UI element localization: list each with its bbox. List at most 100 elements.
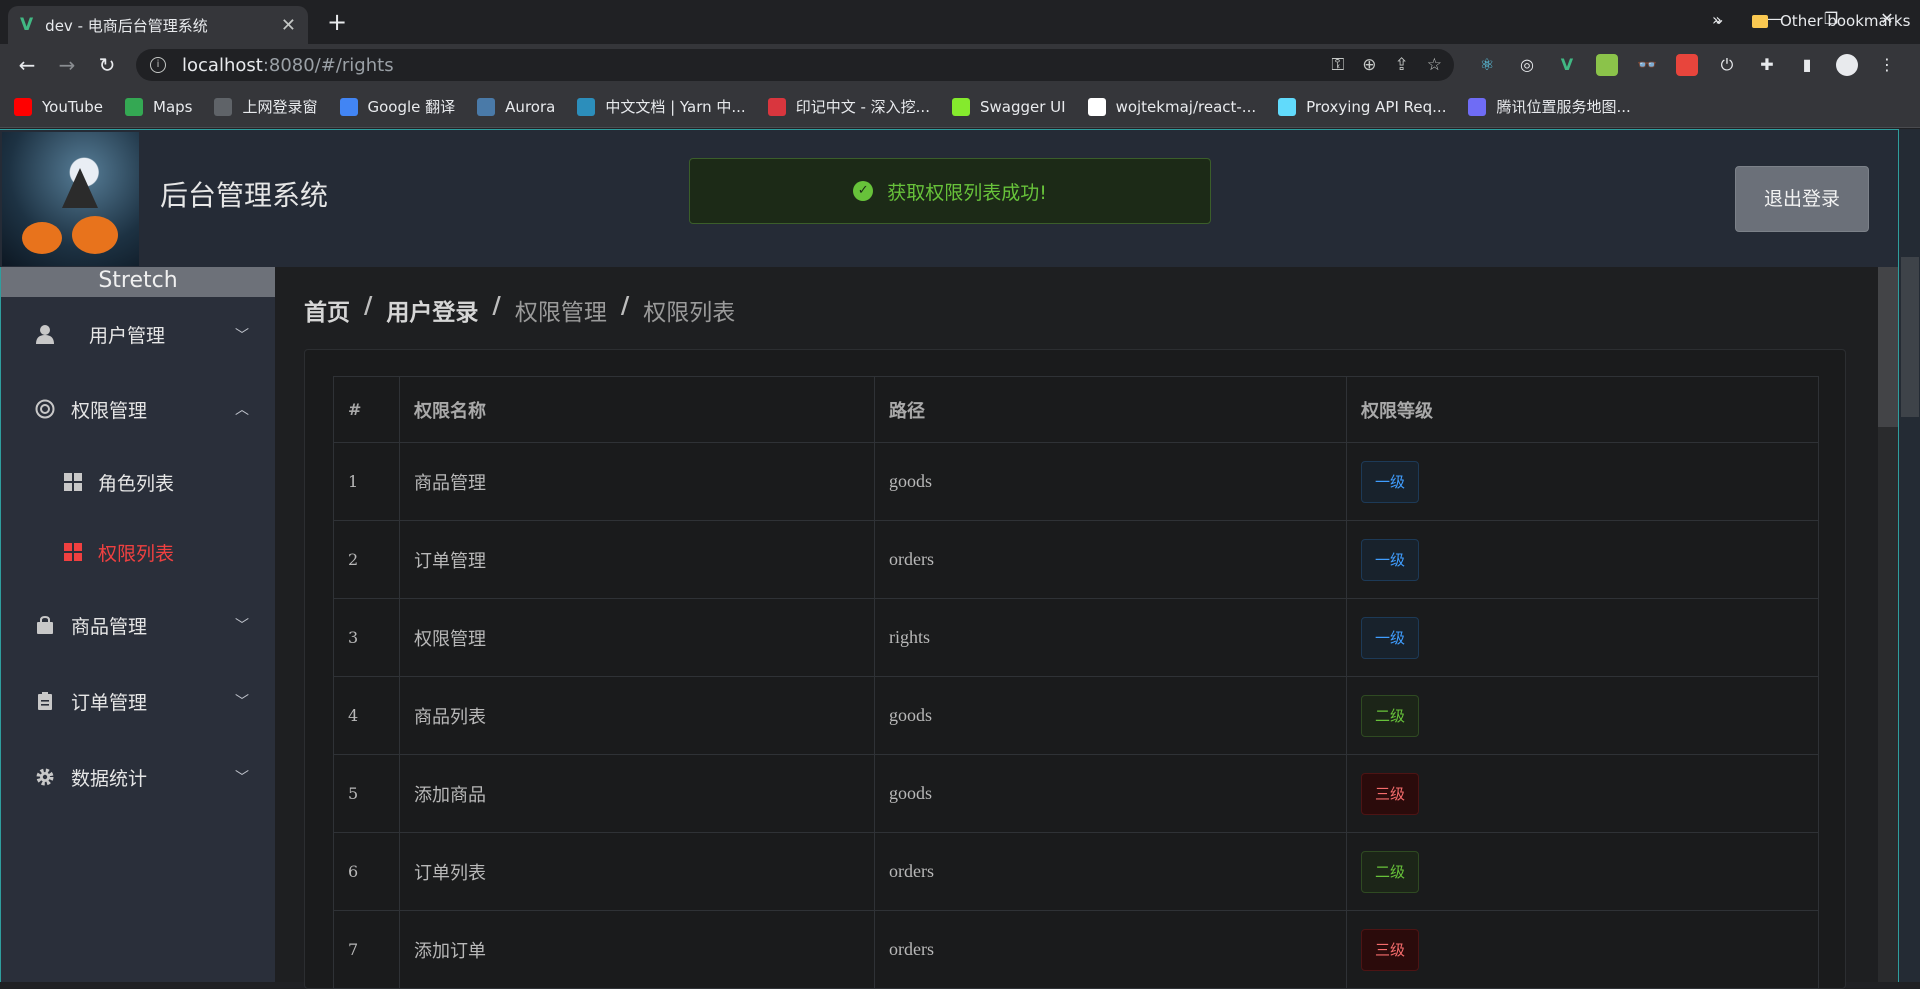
permission-icon (35, 399, 55, 419)
vue-devtools-icon[interactable]: V (1556, 54, 1578, 76)
submenu-role-list[interactable]: 角色列表 (1, 447, 275, 517)
shopping-bag-icon (35, 615, 55, 635)
menu-user-management[interactable]: 用户管理 ﹀ (1, 297, 275, 371)
cell-name: 添加商品 (399, 754, 875, 833)
cell-path: orders (874, 832, 1347, 911)
bookmark-star-icon[interactable]: ☆ (1427, 55, 1442, 75)
scrollbar-thumb[interactable] (1878, 267, 1898, 427)
breadcrumb-home[interactable]: 首页 (304, 293, 350, 327)
react-devtools-icon[interactable]: ⚛ (1476, 54, 1498, 76)
cell-path: goods (874, 754, 1347, 833)
tencent-map-icon (1468, 97, 1487, 116)
level-tag: 二级 (1361, 850, 1420, 893)
bookmark-item[interactable]: Maps (125, 97, 192, 116)
bookmarks-overflow-button[interactable]: » (1712, 10, 1722, 29)
bookmark-item[interactable]: 印记中文 - 深入挖... (767, 96, 930, 117)
bookmark-label: Aurora (505, 97, 556, 116)
browser-toolbar: ← → ↻ i localhost:8080/#/rights ⚿ ⊕ ⇪ ☆ … (0, 44, 1920, 86)
menu-permission-management[interactable]: 权限管理 ︿ (1, 371, 275, 447)
page-scrollbar[interactable] (1898, 129, 1920, 982)
youtube-icon (14, 97, 32, 116)
bookmark-item[interactable]: Aurora (477, 97, 556, 116)
app-title: 后台管理系统 (160, 179, 329, 212)
menu-label: 权限管理 (71, 399, 148, 422)
zoom-icon[interactable]: ⊕ (1362, 55, 1376, 75)
level-tag: 一级 (1361, 460, 1420, 503)
cell-level: 一级 (1346, 442, 1819, 521)
url-path: :8080/#/rights (262, 54, 394, 76)
docschina-icon (767, 97, 786, 116)
translate-icon (339, 97, 358, 116)
chevron-down-icon: ﹀ (235, 694, 249, 710)
bookmark-item[interactable]: YouTube (14, 97, 103, 116)
extensions-puzzle-icon[interactable]: ✚ (1756, 54, 1778, 76)
cell-level: 一级 (1346, 520, 1819, 599)
bookmark-item[interactable]: Google 翻译 (339, 96, 455, 117)
menu-goods-management[interactable]: 商品管理 ﹀ (1, 587, 275, 663)
site-info-icon[interactable]: i (150, 57, 166, 73)
cell-name: 商品列表 (399, 676, 875, 755)
glasses-extension-icon[interactable]: 👓 (1636, 54, 1658, 76)
breadcrumb-user-login[interactable]: 用户登录 (386, 293, 478, 327)
bookmark-item[interactable]: Proxying API Req... (1278, 97, 1447, 116)
bookmark-label: Proxying API Req... (1306, 97, 1447, 116)
breadcrumb-permission-management: 权限管理 (514, 300, 607, 326)
sidebar-stretch-toggle[interactable]: Stretch (1, 267, 275, 297)
cell-path: goods (874, 676, 1347, 755)
bookmark-label: 印记中文 - 深入挖... (795, 98, 930, 116)
side-panel-icon[interactable]: ▮ (1796, 54, 1818, 76)
bookmark-item[interactable]: 腾讯位置服务地图... (1468, 96, 1631, 117)
cell-name: 权限管理 (399, 598, 875, 677)
bookmark-item[interactable]: Swagger UI (951, 97, 1066, 116)
chevron-up-icon: ︿ (235, 402, 249, 418)
address-bar[interactable]: i localhost:8080/#/rights ⚿ ⊕ ⇪ ☆ (136, 49, 1454, 81)
browser-menu-icon[interactable]: ⋮ (1876, 54, 1898, 76)
toast-message: 获取权限列表成功! (887, 181, 1047, 204)
swagger-icon (951, 97, 970, 116)
cell-path: goods (874, 442, 1347, 521)
success-toast: ✓ 获取权限列表成功! (689, 158, 1211, 224)
breadcrumb-separator: / (620, 293, 630, 319)
table-row: 2 订单管理 orders 一级 (333, 520, 1819, 599)
level-tag: 一级 (1361, 616, 1420, 659)
cell-level: 二级 (1346, 832, 1819, 911)
notes-extension-icon[interactable] (1596, 54, 1618, 76)
cell-level: 三级 (1346, 754, 1819, 833)
share-icon[interactable]: ⇪ (1395, 55, 1409, 75)
menu-label: 商品管理 (71, 615, 148, 638)
grid-icon (64, 473, 82, 491)
profile-avatar-icon[interactable] (1836, 54, 1858, 76)
column-header-level: 权限等级 (1346, 376, 1819, 443)
cell-level: 二级 (1346, 676, 1819, 755)
halloween-logo-image (2, 132, 139, 266)
bookmark-item[interactable]: wojtekmaj/react-... (1087, 97, 1256, 116)
submenu-rights-list[interactable]: 权限列表 (1, 517, 275, 587)
tab-title: dev - 电商后台管理系统 (45, 16, 208, 35)
cell-index: 1 (333, 442, 400, 521)
back-button[interactable]: ← (12, 50, 42, 80)
other-bookmarks-folder[interactable]: Other bookmarks (1752, 0, 1910, 42)
user-icon (35, 324, 55, 344)
bookmark-item[interactable]: 上网登录窗 (214, 96, 318, 117)
browser-tab[interactable]: V dev - 电商后台管理系统 ✕ (8, 6, 308, 44)
content-scrollbar[interactable] (1878, 267, 1898, 982)
password-key-icon[interactable]: ⚿ (1331, 55, 1344, 75)
new-tab-button[interactable]: + (322, 8, 352, 38)
menu-data-statistics[interactable]: 数据统计 ﹀ (1, 739, 275, 815)
level-tag: 二级 (1361, 694, 1420, 737)
reload-button[interactable]: ↻ (92, 50, 122, 80)
menu-label: 订单管理 (71, 691, 148, 714)
cell-level: 一级 (1346, 598, 1819, 677)
power-extension-icon[interactable]: ⏻ (1716, 54, 1738, 76)
target-extension-icon[interactable]: ◎ (1516, 54, 1538, 76)
browser-tab-strip: V dev - 电商后台管理系统 ✕ + ⌄ — ❐ ✕ (0, 0, 1920, 44)
page-scrollbar-thumb[interactable] (1901, 257, 1919, 417)
forward-button[interactable]: → (52, 50, 82, 80)
close-tab-icon[interactable]: ✕ (281, 15, 296, 36)
menu-order-management[interactable]: 订单管理 ﹀ (1, 663, 275, 739)
breadcrumb-separator: / (364, 293, 373, 319)
logout-button[interactable]: 退出登录 (1735, 166, 1869, 232)
bookmark-item[interactable]: 中文文档 | Yarn 中... (577, 96, 746, 117)
level-tag: 一级 (1361, 538, 1420, 581)
red-extension-icon[interactable] (1676, 54, 1698, 76)
